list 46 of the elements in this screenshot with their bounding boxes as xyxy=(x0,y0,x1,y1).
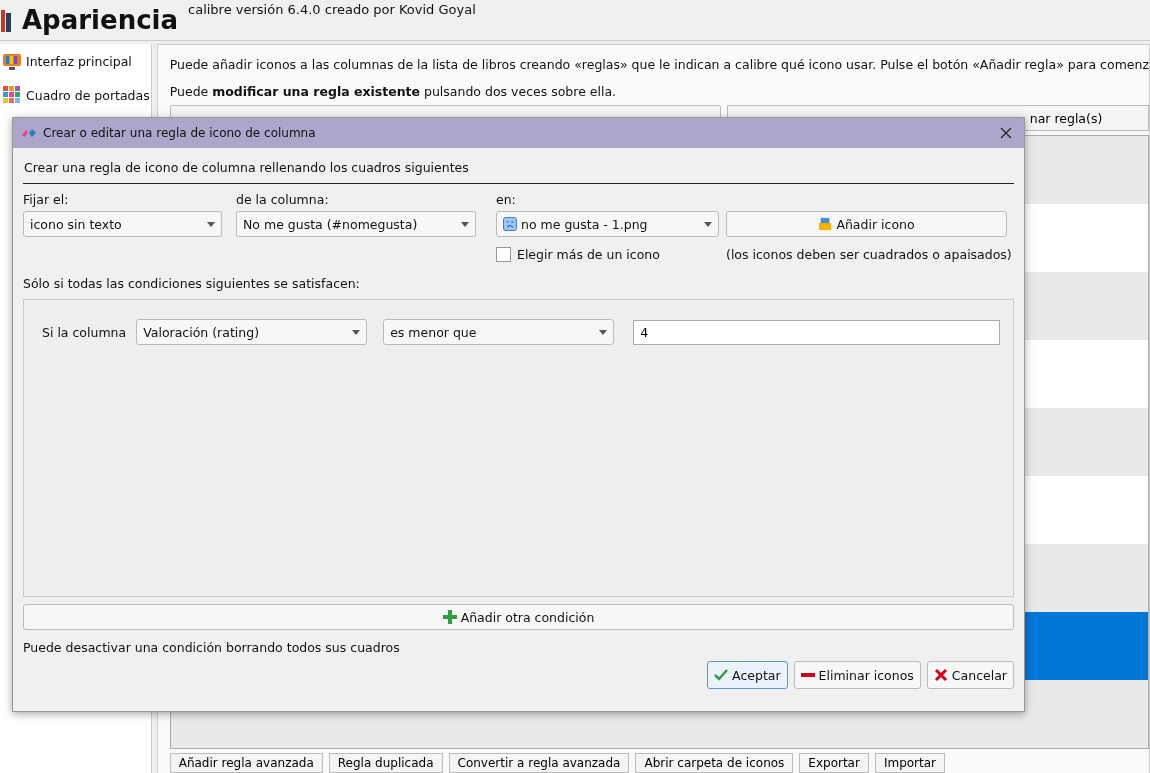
books-icon xyxy=(0,8,12,32)
toolbar-button[interactable]: Convertir a regla avanzada xyxy=(448,753,630,773)
checkmark-icon xyxy=(714,668,729,682)
sad-face-icon xyxy=(503,217,517,231)
toolbar-button[interactable]: Abrir carpeta de iconos xyxy=(635,753,794,773)
diamond-icon xyxy=(21,127,37,139)
toolbar-button[interactable]: Regla duplicada xyxy=(328,753,443,773)
accept-button[interactable]: Aceptar xyxy=(707,661,788,689)
dropdown[interactable]: icono sin texto xyxy=(23,211,222,237)
add-icon-button[interactable]: Añadir icono xyxy=(726,211,1007,237)
cross-icon xyxy=(933,668,948,682)
dialog-title: Crear o editar una regla de icono de columna xyxy=(43,126,317,140)
field-label: de la columna: xyxy=(236,192,330,207)
dropdown-arrow-icon xyxy=(599,329,608,335)
dropdown-arrow-icon xyxy=(352,329,361,335)
dialog-heading: Crear una regla de icono de columna rellenando los cuadros siguientes xyxy=(23,160,470,175)
image-icon xyxy=(818,217,833,231)
dropdown-arrow-icon xyxy=(704,221,712,227)
intro-text: Puede añadir iconos a las columnas de la lista de libros creando «reglas» que le indican a calibre qué icono usar. Pulse el botón «Añadir regla» para comenz xyxy=(169,57,1149,72)
conditions-label: Sólo si todas las condiciones siguientes se satisfacen: xyxy=(23,276,361,291)
add-condition-button[interactable]: Añadir otra condición xyxy=(23,604,1014,630)
sidebar-item[interactable]: Cuadro de portadas xyxy=(0,78,151,112)
plus-icon xyxy=(442,610,457,624)
monitor-icon xyxy=(2,51,22,71)
dropdown[interactable]: Valoración (rating) xyxy=(136,319,368,345)
condition-label: Si la columna xyxy=(42,324,127,340)
toolbar-button[interactable]: Añadir regla avanzada xyxy=(169,753,323,773)
remove-icons-button[interactable]: Eliminar iconos xyxy=(793,661,921,689)
grid-icon xyxy=(2,85,22,105)
dropdown-arrow-icon xyxy=(461,221,469,227)
toolbar-button[interactable]: Importar xyxy=(874,753,946,773)
dropdown[interactable]: No me gusta (#nomegusta) xyxy=(236,211,476,237)
value-field[interactable]: 4 xyxy=(633,319,1001,345)
sidebar-item[interactable]: Interfaz principal xyxy=(0,44,151,78)
dropdown-arrow-icon xyxy=(207,221,215,227)
dropdown[interactable]: no me gusta - 1.png xyxy=(496,211,719,237)
field-label: en: xyxy=(496,192,517,207)
field-label: Fijar el: xyxy=(23,192,70,207)
hint-text: Puede modificar una regla existente pulsando dos veces sobre ella. xyxy=(169,84,618,99)
multiple-icons-checkbox[interactable]: Elegir más de un icono xyxy=(496,247,719,262)
toolbar-button[interactable]: Exportar xyxy=(799,753,869,773)
page-title: Apariencia xyxy=(22,5,179,35)
version-text: calibre versión 6.4.0 creado por Kovid Goyal xyxy=(188,2,476,17)
footnote-text: Puede desactivar una condición borrando todos sus cuadros xyxy=(23,640,401,655)
dropdown[interactable]: es menor que xyxy=(383,319,615,345)
cancel-button[interactable]: Cancelar xyxy=(926,661,1014,689)
